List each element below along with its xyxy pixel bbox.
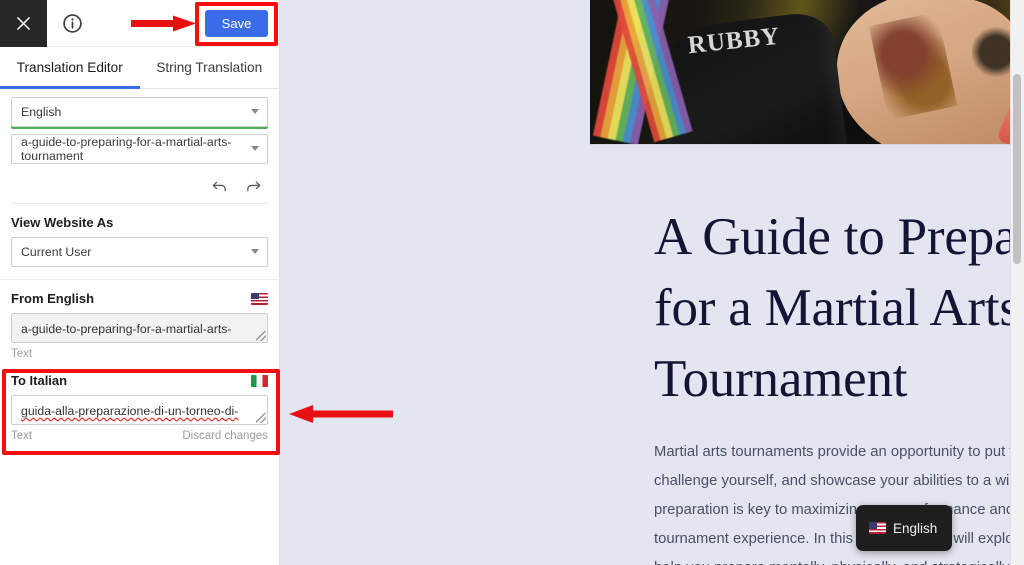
- view-website-as-header: View Website As: [11, 215, 268, 230]
- language-select-row: English: [11, 97, 268, 127]
- post-body-paragraph: Martial arts tournaments provide an oppo…: [654, 444, 1024, 565]
- slug-select-row: a-guide-to-preparing-for-a-martial-arts-…: [11, 134, 268, 164]
- undo-arrow-icon: [212, 181, 226, 191]
- undo-redo-row: [11, 171, 268, 204]
- tab-translation-editor[interactable]: Translation Editor: [0, 47, 140, 89]
- source-language-section: From English a-guide-to-preparing-for-a-…: [0, 280, 279, 360]
- flag-us-icon: [251, 292, 268, 305]
- page-scrollbar-thumb[interactable]: [1013, 74, 1021, 264]
- source-title: From English: [11, 291, 95, 306]
- sidebar-selectors: English a-guide-to-preparing-for-a-marti…: [0, 89, 279, 204]
- target-title: To Italian: [11, 373, 68, 388]
- view-as-select[interactable]: Current User: [11, 237, 268, 267]
- target-meta-row: Text Discard changes: [11, 430, 268, 442]
- annotation-arrow-to-save: [131, 15, 196, 32]
- info-button[interactable]: [62, 13, 83, 34]
- close-button[interactable]: [0, 0, 47, 47]
- flag-italy-icon: [251, 374, 268, 387]
- screen-root: RUBBY A Guide to Preparing for a Martial…: [0, 0, 1024, 565]
- target-header: To Italian: [11, 373, 268, 388]
- redo-button[interactable]: [244, 177, 262, 195]
- language-select-value: English: [21, 105, 62, 119]
- hero-image: RUBBY: [590, 0, 1024, 145]
- source-meta-label: Text: [11, 348, 33, 360]
- view-as-select-value: Current User: [21, 245, 92, 259]
- language-switcher-label: English: [893, 520, 938, 536]
- undo-button[interactable]: [210, 177, 228, 195]
- post-title: A Guide to Preparing for a Martial Arts …: [654, 208, 1024, 408]
- target-field-wrap: guida-alla-preparazione-di-un-torneo-di-…: [11, 395, 268, 425]
- source-meta-row: Text: [11, 348, 268, 360]
- view-website-as-section: View Website As Current User: [0, 204, 280, 280]
- page-scrollbar-track[interactable]: [1010, 0, 1024, 565]
- source-field-wrap: a-guide-to-preparing-for-a-martial-arts-…: [11, 313, 268, 343]
- view-website-as-title: View Website As: [11, 215, 114, 230]
- save-button[interactable]: Save: [205, 10, 268, 37]
- close-x-icon: [17, 17, 30, 30]
- source-text-field[interactable]: a-guide-to-preparing-for-a-martial-arts-…: [11, 313, 268, 343]
- language-switcher-widget[interactable]: English: [856, 505, 952, 551]
- redo-arrow-icon: [246, 181, 260, 191]
- tab-translation-editor-label: Translation Editor: [16, 60, 123, 75]
- slug-select-value: a-guide-to-preparing-for-a-martial-arts-…: [21, 135, 232, 163]
- discard-changes-link[interactable]: Discard changes: [182, 430, 268, 442]
- annotation-arrow-to-target: [289, 405, 393, 423]
- flag-us-icon: [869, 522, 886, 534]
- target-language-section: To Italian guida-alla-preparazione-di-un…: [0, 360, 279, 442]
- target-text-field[interactable]: guida-alla-preparazione-di-un-torneo-di-…: [11, 395, 268, 425]
- info-circle-icon: [63, 14, 82, 33]
- source-header: From English: [11, 291, 268, 306]
- target-meta-label: Text: [11, 430, 33, 442]
- tab-string-translation-label: String Translation: [156, 60, 263, 75]
- sidebar-topbar: Save: [0, 0, 279, 47]
- sidebar-tabs: Translation Editor String Translation: [0, 47, 279, 89]
- tab-string-translation[interactable]: String Translation: [140, 47, 280, 88]
- translation-editor-sidebar: Save Translation Editor String Translati…: [0, 0, 280, 565]
- slug-select[interactable]: a-guide-to-preparing-for-a-martial-arts-…: [11, 134, 268, 164]
- website-preview-pane: RUBBY A Guide to Preparing for a Martial…: [280, 0, 1024, 565]
- language-select[interactable]: English: [11, 97, 268, 127]
- view-as-select-row: Current User: [11, 237, 268, 267]
